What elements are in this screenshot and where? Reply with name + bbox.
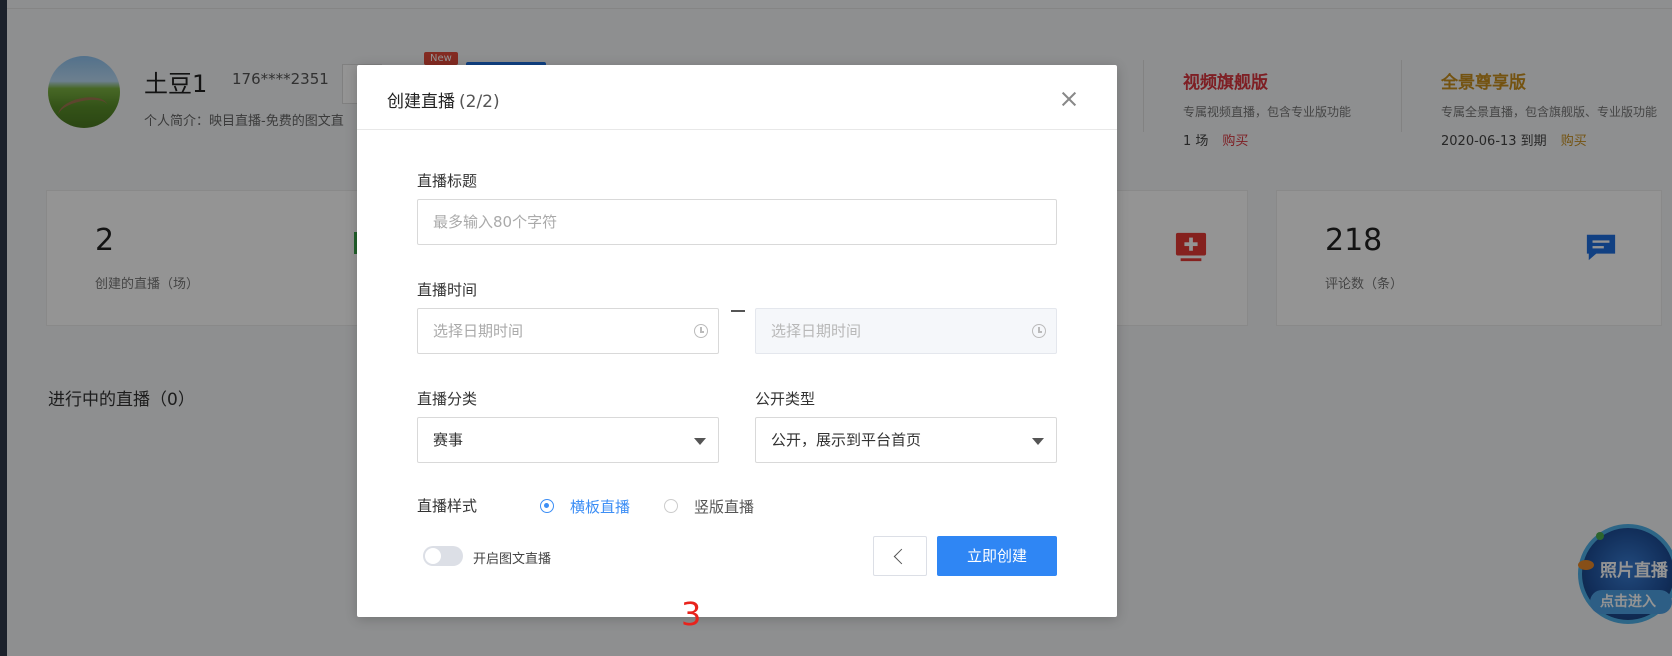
start-time-placeholder: 选择日期时间 <box>433 322 524 340</box>
chevron-left-icon[interactable] <box>873 536 927 576</box>
public-type-value: 公开，展示到平台首页 <box>771 431 922 449</box>
public-type-label: 公开类型 <box>755 390 816 408</box>
close-icon[interactable] <box>1057 87 1081 111</box>
modal-title-text: 创建直播 <box>387 92 455 112</box>
radio-vertical[interactable] <box>664 499 678 513</box>
clock-icon <box>1032 324 1046 338</box>
toggle-label: 开启图文直播 <box>473 552 552 567</box>
time-label: 直播时间 <box>417 281 478 299</box>
annotation-number: 3 <box>681 595 702 633</box>
style-label: 直播样式 <box>417 497 478 515</box>
category-label: 直播分类 <box>417 390 478 408</box>
end-time-placeholder: 选择日期时间 <box>771 322 862 340</box>
category-value: 赛事 <box>433 431 464 449</box>
category-select[interactable]: 赛事 <box>417 417 719 463</box>
create-now-button[interactable]: 立即创建 <box>937 536 1057 576</box>
end-time-input[interactable]: 选择日期时间 <box>755 308 1057 354</box>
radio-horizontal-label[interactable]: 横板直播 <box>570 496 630 517</box>
title-input[interactable]: 最多输入80个字符 <box>417 199 1057 245</box>
image-text-toggle[interactable] <box>423 546 463 566</box>
range-separator <box>731 310 745 312</box>
radio-horizontal[interactable] <box>540 499 554 513</box>
chevron-down-icon <box>694 438 706 445</box>
public-type-select[interactable]: 公开，展示到平台首页 <box>755 417 1057 463</box>
radio-vertical-label[interactable]: 竖版直播 <box>694 496 754 517</box>
create-live-modal: 创建直播 (2/2) 直播标题 最多输入80个字符 直播时间 选择日期时间 选择日… <box>357 65 1117 617</box>
modal-header: 创建直播 (2/2) <box>357 65 1117 130</box>
chevron-down-icon <box>1032 438 1044 445</box>
modal-title: 创建直播 (2/2) <box>387 87 500 112</box>
clock-icon <box>694 324 708 338</box>
start-time-input[interactable]: 选择日期时间 <box>417 308 719 354</box>
modal-step: (2/2) <box>459 92 500 112</box>
title-label: 直播标题 <box>417 172 478 190</box>
